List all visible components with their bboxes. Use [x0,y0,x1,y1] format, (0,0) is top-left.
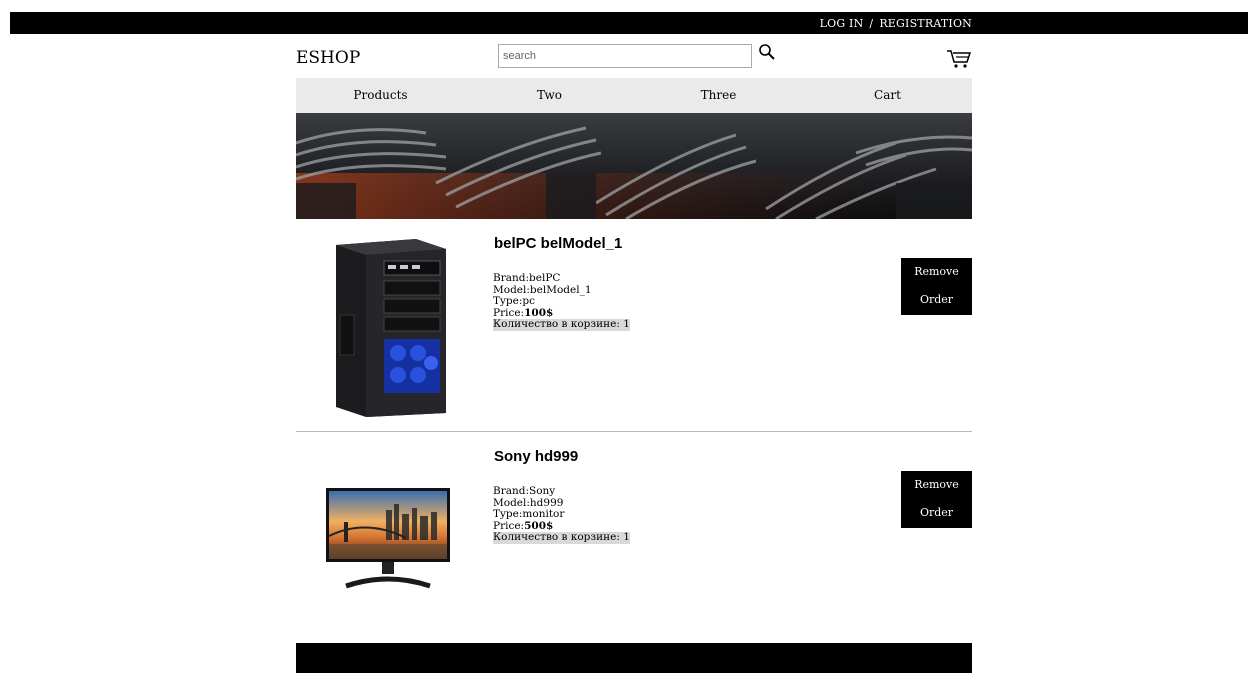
price-value: 500$ [524,519,554,532]
model-value: belModel_1 [529,283,592,296]
button-label-line1: Remove [914,265,959,278]
cart-quantity: Количество в корзине: 1 [493,318,630,331]
search-icon[interactable] [758,43,776,61]
type-value: pc [522,295,536,307]
banner-image [296,113,972,219]
remove-order-button[interactable]: Remove Order [901,471,972,528]
hero-banner [296,113,972,219]
cart-item: belPC belModel_1 Brand:belPC Model:belMo… [296,219,972,432]
auth-links: LOG IN / REGISTRATION [820,17,972,30]
search-input[interactable] [498,44,752,68]
site-logo[interactable]: ESHOP [296,48,360,68]
model-label: Model: [493,283,530,296]
product-details: Brand:belPC Model:belModel_1 Type:pc Pri… [493,272,630,331]
button-label-line2: Order [919,293,954,306]
auth-separator: / [869,17,874,30]
pc-case-image[interactable] [326,235,452,417]
top-bar: LOG IN / REGISTRATION [10,12,1248,34]
price-label: Price: [493,519,525,532]
registration-link[interactable]: REGISTRATION [879,17,972,30]
type-value: monitor [522,508,565,520]
cart-icon[interactable] [946,48,972,70]
model-value: hd999 [529,496,564,509]
nav-item-three[interactable]: Three [634,78,803,113]
price-value: 100$ [524,306,554,319]
nav-item-products[interactable]: Products [296,78,465,113]
product-title[interactable]: Sony hd999 [494,448,578,465]
page-footer [296,643,972,673]
brand-value: Sony [529,485,556,497]
main-nav: Products Two Three Cart [296,78,972,113]
product-title[interactable]: belPC belModel_1 [494,235,622,252]
brand-label: Brand: [493,272,530,284]
model-label: Model: [493,496,530,509]
brand-value: belPC [529,272,561,284]
type-label: Type: [493,295,523,307]
button-label-line2: Order [919,506,954,519]
brand-label: Brand: [493,485,530,497]
nav-item-two[interactable]: Two [465,78,634,113]
button-label-line1: Remove [914,478,959,491]
cart-item: Sony hd999 Brand:Sony Model:hd999 Type:m… [296,432,972,612]
type-label: Type: [493,508,523,520]
remove-order-button[interactable]: Remove Order [901,258,972,315]
price-label: Price: [493,306,525,319]
nav-item-cart[interactable]: Cart [803,78,972,113]
cart-quantity: Количество в корзине: 1 [493,531,630,544]
login-link[interactable]: LOG IN [820,17,864,30]
product-details: Brand:Sony Model:hd999 Type:monitor Pric… [493,485,630,544]
monitor-image[interactable] [326,488,450,590]
